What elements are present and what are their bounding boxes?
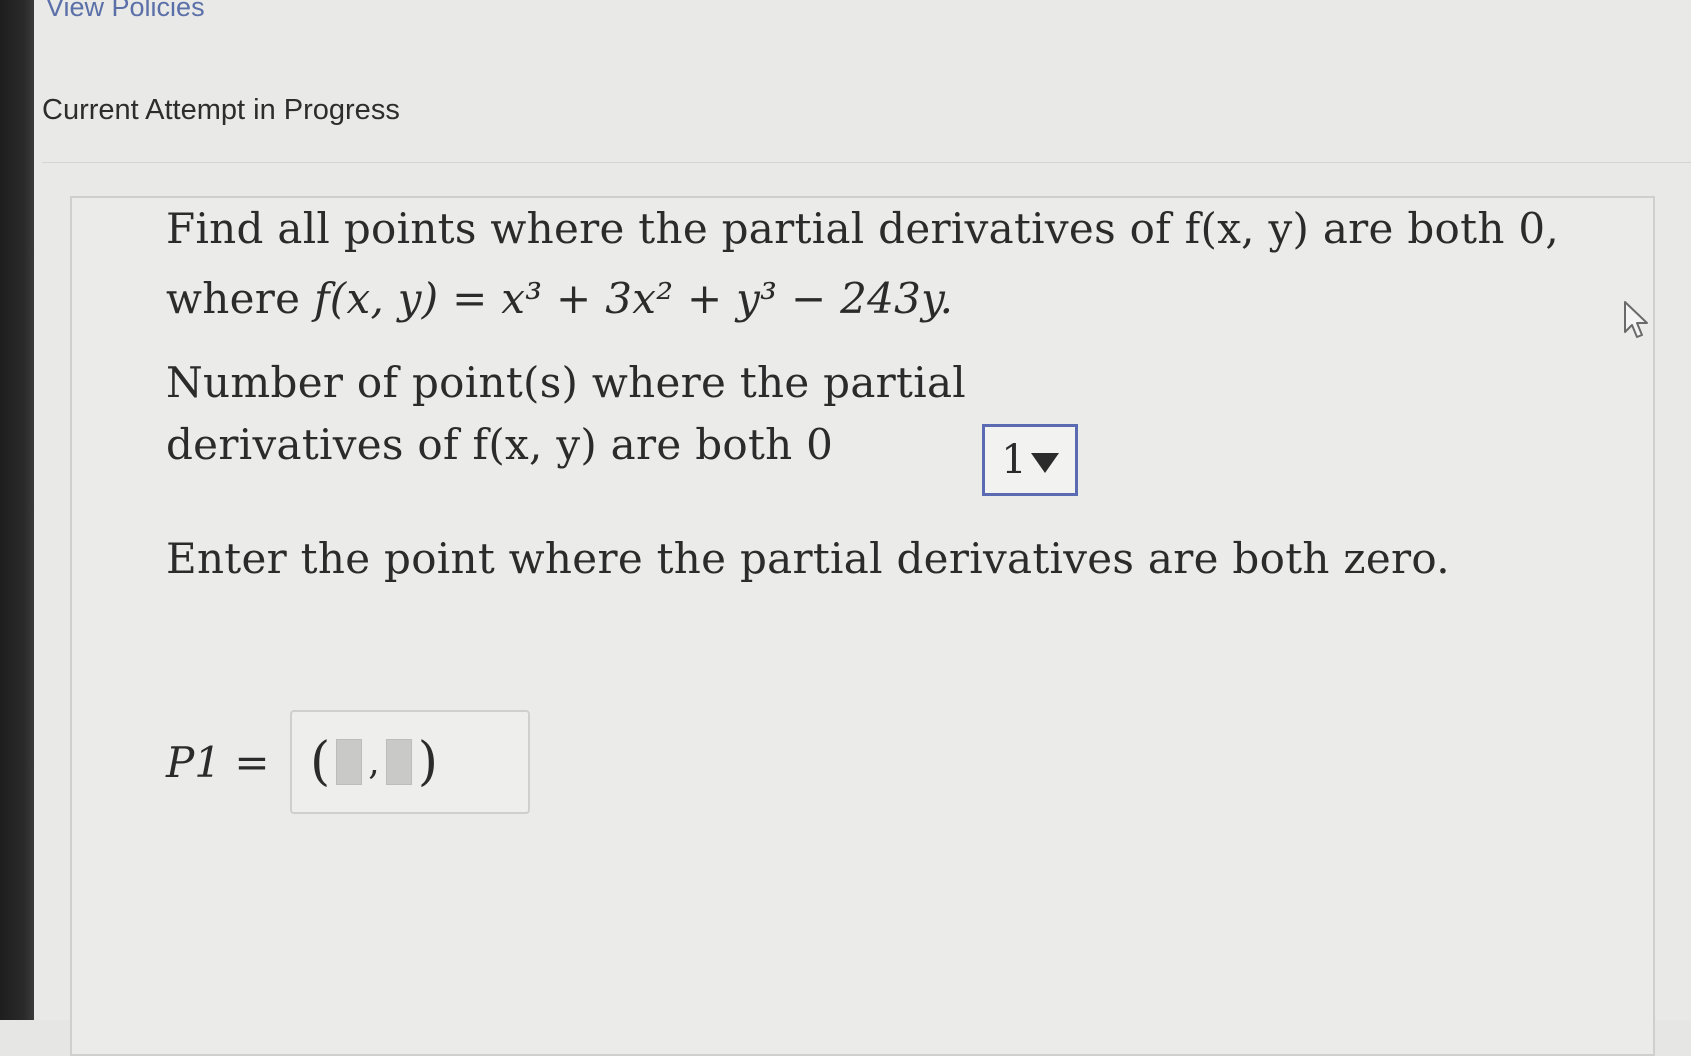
question-line-2: where f(x, y) = x³ + 3x² + y³ − 243y.: [166, 274, 953, 323]
question-panel: Find all points where the partial deriva…: [70, 196, 1655, 1056]
view-policies-link[interactable]: View Policies: [46, 0, 205, 23]
mouse-pointer-icon: [1624, 301, 1648, 338]
question-line-2-prefix: where: [166, 274, 314, 323]
instruction-text: Enter the point where the partial deriva…: [166, 534, 1450, 583]
caret-down-icon: [1030, 453, 1059, 473]
question-line-1: Find all points where the partial deriva…: [166, 204, 1559, 253]
page: View Policies Current Attempt in Progres…: [34, 0, 1691, 1056]
question-line-4: derivatives of f(x, y) are both 0: [166, 420, 834, 469]
question-line-3: Number of point(s) where the partial: [166, 358, 967, 407]
function-definition: f(x, y) = x³ + 3x² + y³ − 243y.: [313, 274, 954, 323]
divider: [42, 162, 1691, 163]
y-coordinate-input[interactable]: [385, 739, 412, 785]
point-count-dropdown[interactable]: 1: [982, 424, 1078, 496]
close-paren: ): [417, 732, 439, 792]
point-count-value: 1: [1001, 437, 1027, 483]
p1-answer-field[interactable]: ( , ): [290, 710, 530, 814]
open-paren: (: [310, 732, 331, 792]
screen-bezel: [0, 0, 34, 1020]
p1-label: P1 =: [166, 738, 270, 787]
attempt-title: Current Attempt in Progress: [42, 94, 400, 126]
comma-separator: ,: [368, 741, 380, 783]
x-coordinate-input[interactable]: [336, 739, 363, 785]
